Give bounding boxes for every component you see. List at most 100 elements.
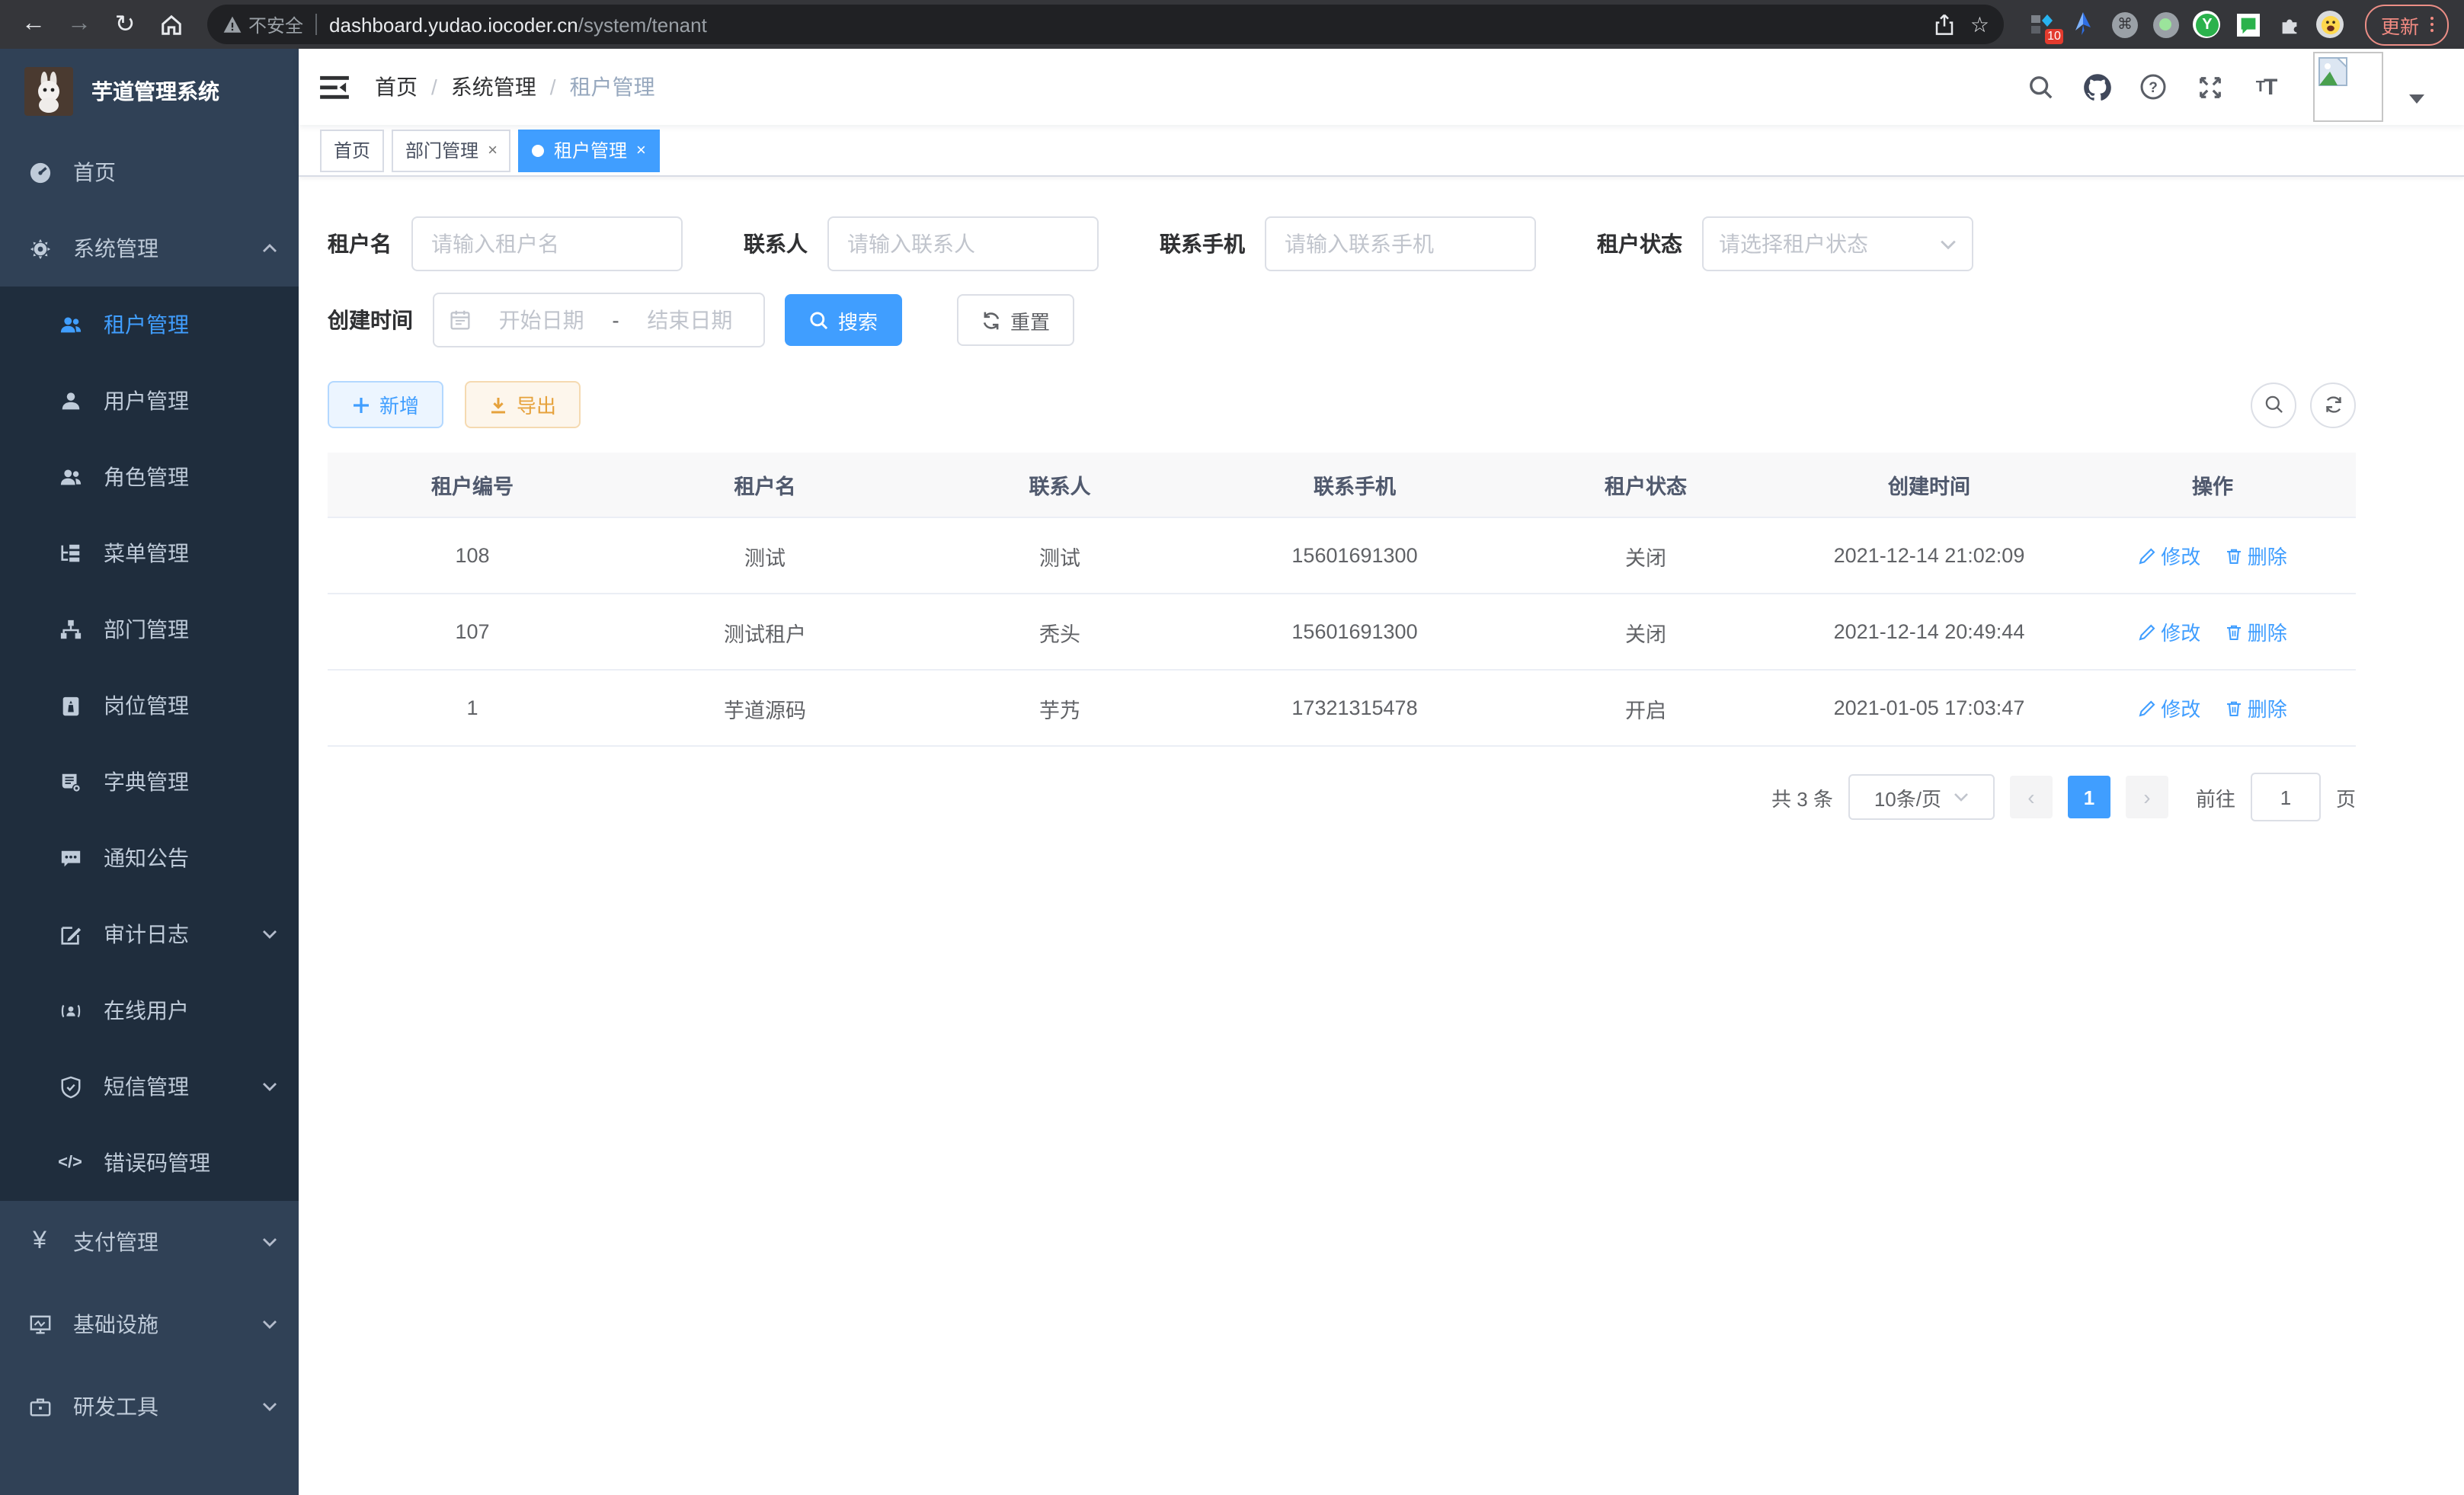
not-secure-warning-icon <box>222 14 242 34</box>
github-icon[interactable] <box>2082 72 2112 102</box>
tag-dept[interactable]: 部门管理 × <box>392 129 511 171</box>
status-select[interactable]: 请选择租户状态 <box>1702 216 1973 271</box>
chrome-update-button[interactable]: 更新 <box>2366 4 2449 45</box>
delete-link[interactable]: 删除 <box>2225 617 2287 646</box>
extension-chat-icon[interactable] <box>2235 11 2262 38</box>
mobile-label: 联系手机 <box>1160 229 1245 259</box>
extension-grid-icon[interactable]: 10 <box>2029 11 2056 38</box>
extension-command-icon[interactable]: ⌘ <box>2111 11 2139 38</box>
extension-y-icon[interactable]: Y <box>2194 11 2221 38</box>
tenant-name-input[interactable] <box>411 216 683 271</box>
avatar-caret-icon[interactable] <box>2409 94 2424 104</box>
breadcrumb-home[interactable]: 首页 <box>375 72 418 102</box>
reset-button[interactable]: 重置 <box>957 294 1074 346</box>
edit-link[interactable]: 修改 <box>2138 617 2200 646</box>
page-1-button[interactable]: 1 <box>2068 776 2110 818</box>
start-date-placeholder[interactable]: 开始日期 <box>483 305 600 335</box>
refresh-table-button[interactable] <box>2310 382 2356 427</box>
svg-text:?: ? <box>2149 80 2158 96</box>
sidebar-item-dept[interactable]: 部门管理 <box>0 591 299 667</box>
extension-puzzle-icon[interactable] <box>2276 11 2303 38</box>
close-icon[interactable]: × <box>636 141 646 159</box>
export-button[interactable]: 导出 <box>465 381 581 428</box>
toggle-search-button[interactable] <box>2251 382 2296 427</box>
sidebar-item-infra[interactable]: 基础设施 <box>0 1283 299 1365</box>
address-bar[interactable]: 不安全 dashboard.yudao.iocoder.cn /system/t… <box>207 5 2005 44</box>
url-path[interactable]: /system/tenant <box>578 13 707 36</box>
delete-link[interactable]: 删除 <box>2225 541 2287 570</box>
sidebar-item-online-users[interactable]: 在线用户 <box>0 972 299 1048</box>
sidebar-item-post[interactable]: 岗位管理 <box>0 667 299 744</box>
search-button[interactable]: 搜索 <box>785 294 902 346</box>
sidebar-item-home[interactable]: 首页 <box>0 134 299 210</box>
shield-check-icon <box>58 1074 82 1099</box>
tree-list-icon <box>58 541 82 565</box>
close-icon[interactable]: × <box>488 141 498 159</box>
sidebar-item-role[interactable]: 角色管理 <box>0 439 299 515</box>
app-logo-row[interactable]: 芋道管理系统 <box>0 49 299 134</box>
next-page-button[interactable]: › <box>2126 776 2168 818</box>
edit-link[interactable]: 修改 <box>2138 541 2200 570</box>
sidebar-item-user[interactable]: 用户管理 <box>0 363 299 439</box>
security-label[interactable]: 不安全 <box>248 11 303 37</box>
end-date-placeholder[interactable]: 结束日期 <box>632 305 748 335</box>
sidebar-collapse-icon[interactable] <box>320 72 350 102</box>
col-tenant-name: 租户名 <box>617 453 913 517</box>
briefcase-icon <box>27 1394 52 1419</box>
breadcrumb-system[interactable]: 系统管理 <box>451 72 536 102</box>
chrome-menu-icon[interactable] <box>2430 14 2434 35</box>
goto-label: 前往 <box>2196 783 2235 812</box>
sidebar-item-errcode[interactable]: </> 错误码管理 <box>0 1125 299 1201</box>
fullscreen-icon[interactable] <box>2194 72 2225 102</box>
refresh-icon <box>2323 395 2343 415</box>
sidebar-item-sms[interactable]: 短信管理 <box>0 1048 299 1125</box>
search-icon[interactable] <box>2025 72 2056 102</box>
gear-icon <box>27 236 52 261</box>
sidebar-item-audit-log[interactable]: 审计日志 <box>0 896 299 972</box>
sidebar-item-notice[interactable]: 通知公告 <box>0 820 299 896</box>
bookmark-star-icon[interactable]: ☆ <box>1970 11 1989 37</box>
delete-link[interactable]: 删除 <box>2225 693 2287 722</box>
navbar: 首页 / 系统管理 / 租户管理 ? <box>299 49 2464 125</box>
add-button[interactable]: 新增 <box>328 381 443 428</box>
sidebar-item-devtools[interactable]: 研发工具 <box>0 1365 299 1448</box>
forward-icon[interactable]: → <box>61 6 98 43</box>
share-icon[interactable] <box>1934 13 1955 36</box>
sidebar: 芋道管理系统 首页 系统管理 <box>0 49 299 1495</box>
avatar[interactable] <box>2313 52 2383 122</box>
extension-kite-icon[interactable] <box>2070 11 2098 38</box>
update-label: 更新 <box>2381 10 2419 39</box>
sidebar-item-system[interactable]: 系统管理 <box>0 210 299 287</box>
extension-record-icon[interactable] <box>2152 11 2180 38</box>
help-icon[interactable]: ? <box>2138 72 2168 102</box>
date-range-picker[interactable]: 开始日期 - 结束日期 <box>433 293 765 347</box>
tag-home[interactable]: 首页 <box>320 129 384 171</box>
sidebar-item-tenant[interactable]: 租户管理 <box>0 287 299 363</box>
font-size-icon[interactable]: TT <box>2251 72 2281 102</box>
sidebar-item-menu[interactable]: 菜单管理 <box>0 515 299 591</box>
navbar-right: ? TT <box>2025 52 2424 122</box>
back-icon[interactable]: ← <box>15 6 52 43</box>
contact-input[interactable] <box>827 216 1099 271</box>
home-icon[interactable] <box>152 6 189 43</box>
id-badge-icon <box>58 693 82 718</box>
tag-tenant[interactable]: 租户管理 × <box>519 129 660 171</box>
chevron-down-icon <box>262 1402 277 1411</box>
url-host[interactable]: dashboard.yudao.iocoder.cn <box>329 13 578 36</box>
prev-page-button[interactable]: ‹ <box>2010 776 2053 818</box>
message-icon <box>58 846 82 870</box>
extension-emoji-avatar[interactable] <box>2317 11 2344 38</box>
org-tree-icon <box>58 617 82 642</box>
goto-page-input[interactable] <box>2251 773 2321 821</box>
edit-link[interactable]: 修改 <box>2138 693 2200 722</box>
tenant-table: 租户编号 租户名 联系人 联系手机 租户状态 创建时间 操作 108 测试 <box>328 453 2356 747</box>
page-size-select[interactable]: 10条/页 <box>1848 774 1995 820</box>
reload-icon[interactable]: ↻ <box>107 6 143 43</box>
mobile-input[interactable] <box>1265 216 1536 271</box>
tenant-page: 租户名 联系人 联系手机 租户状态 请选择租户状态 <box>299 177 2464 1495</box>
sidebar-item-pay[interactable]: ¥ 支付管理 <box>0 1201 299 1283</box>
sidebar-item-dict[interactable]: 字典管理 <box>0 744 299 820</box>
download-icon <box>489 395 507 414</box>
status-label: 租户状态 <box>1597 229 1682 259</box>
tenant-name-label: 租户名 <box>328 229 392 259</box>
